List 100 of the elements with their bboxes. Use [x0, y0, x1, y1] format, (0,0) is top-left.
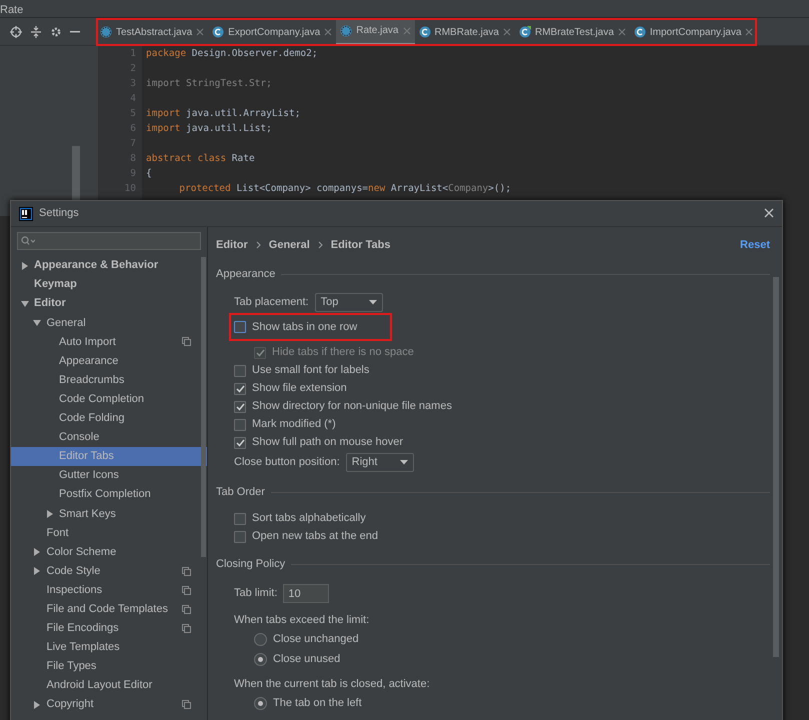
- class-icon: [418, 26, 430, 38]
- close-icon[interactable]: [324, 28, 332, 36]
- settings-icon[interactable]: [50, 26, 62, 38]
- checkbox[interactable]: [234, 364, 246, 376]
- tree-item[interactable]: File and Code Templates: [11, 600, 207, 619]
- abstract-class-icon: [100, 26, 112, 38]
- window-title: Rate: [0, 0, 809, 18]
- tree-item[interactable]: Android Layout Editor: [11, 676, 207, 696]
- app-logo-icon: [19, 206, 33, 220]
- class-icon: [212, 26, 224, 38]
- input-field[interactable]: 10: [283, 584, 330, 603]
- checkbox-label[interactable]: Mark modified (*): [252, 416, 336, 433]
- tree-item[interactable]: File Encodings: [11, 618, 207, 638]
- dropdown[interactable]: Top: [314, 292, 383, 312]
- breadcrumb-item: Editor: [216, 238, 248, 253]
- tree-item[interactable]: Inspections: [11, 580, 207, 600]
- reset-link[interactable]: Reset: [740, 236, 770, 254]
- checkbox[interactable]: [234, 530, 246, 542]
- chevron-icon: [318, 241, 323, 249]
- checkbox[interactable]: [234, 418, 246, 430]
- expanded-arrow-icon[interactable]: [20, 300, 28, 308]
- search-field[interactable]: [17, 232, 201, 250]
- tree-item[interactable]: Code Folding: [11, 408, 207, 428]
- close-icon[interactable]: [745, 28, 754, 36]
- dropdown[interactable]: Right: [346, 453, 414, 472]
- breadcrumb-item: Editor Tabs: [330, 238, 390, 253]
- tree-item[interactable]: General: [11, 313, 207, 332]
- tree-item[interactable]: Appearance: [11, 351, 207, 371]
- close-icon[interactable]: [618, 28, 626, 36]
- radio-button[interactable]: [254, 697, 267, 710]
- chevron-icon: [256, 241, 261, 249]
- code-line: protected List<Company> companys=new ArrayList<Company>();: [178, 182, 512, 196]
- editor-tab[interactable]: RMBRate.java: [414, 18, 515, 46]
- tree-item[interactable]: Breadcrumbs: [11, 370, 207, 390]
- scrollbar[interactable]: [201, 257, 206, 557]
- tree-item[interactable]: Copyright: [11, 695, 207, 714]
- crosshair-icon[interactable]: [10, 26, 22, 38]
- collapsed-arrow-icon[interactable]: [33, 567, 41, 576]
- code-line: import StringTest.Str;: [146, 77, 273, 91]
- tree-item[interactable]: Gutter Icons: [11, 466, 207, 486]
- expanded-arrow-icon[interactable]: [33, 318, 41, 327]
- tree-item[interactable]: Appearance & Behavior: [11, 256, 207, 276]
- abstract-class-icon: [340, 24, 352, 36]
- caret-icon: [368, 300, 377, 304]
- field-label: Tab placement:: [234, 294, 309, 310]
- editor-tab[interactable]: Rate.java: [336, 18, 414, 46]
- collapsed-arrow-icon[interactable]: [33, 548, 41, 556]
- test-class-icon: [518, 26, 531, 38]
- checkbox-label[interactable]: Show tabs in one row: [252, 318, 358, 336]
- tree-item[interactable]: Keymap: [11, 275, 207, 294]
- group-label: When the current tab is closed, activate:: [234, 677, 430, 692]
- collapsed-arrow-icon[interactable]: [20, 262, 28, 270]
- editor-tab[interactable]: ImportCompany.java: [630, 18, 758, 46]
- radio-label[interactable]: Close unused: [273, 651, 340, 668]
- dialog-title: Settings: [39, 206, 79, 222]
- tree-item[interactable]: Live Templates: [11, 638, 207, 657]
- tree-item[interactable]: Code Style: [11, 562, 207, 581]
- group-label: When tabs exceed the limit:: [234, 613, 370, 628]
- minimize-icon[interactable]: [70, 30, 80, 32]
- tree-item[interactable]: Auto Import: [11, 332, 207, 352]
- checkbox-label[interactable]: Open new tabs at the end: [252, 528, 378, 545]
- radio-label[interactable]: The tab on the left: [273, 695, 362, 712]
- tree-item[interactable]: Code Completion: [11, 390, 207, 409]
- radio-button[interactable]: [254, 653, 267, 666]
- checkbox[interactable]: [234, 382, 246, 394]
- tree-item[interactable]: File Types: [11, 656, 207, 676]
- checkbox-label[interactable]: Use small font for labels: [252, 362, 370, 379]
- checkbox[interactable]: [234, 512, 246, 524]
- section-title: Appearance: [216, 266, 276, 282]
- code-line: {: [146, 167, 153, 181]
- class-icon: [634, 26, 646, 38]
- checkbox-label[interactable]: Show file extension: [252, 380, 347, 397]
- collapse-icon[interactable]: [30, 26, 42, 38]
- checkbox-label[interactable]: Show directory for non-unique file names: [252, 398, 452, 415]
- tree-item[interactable]: Postfix Completion: [11, 485, 207, 504]
- code-line: import java.util.List;: [146, 122, 273, 136]
- editor-tab[interactable]: ExportCompany.java: [208, 18, 336, 46]
- tree-item[interactable]: Editor: [11, 294, 207, 314]
- tree-item[interactable]: Color Scheme: [11, 542, 207, 562]
- tree-item[interactable]: Console: [11, 428, 207, 447]
- checkbox[interactable]: [234, 321, 246, 333]
- close-icon[interactable]: [502, 28, 511, 36]
- checkbox[interactable]: [234, 436, 246, 448]
- code-line: package Design.Observer.demo2;: [146, 47, 319, 61]
- section-title: Tab Order: [216, 485, 265, 500]
- checkbox[interactable]: [234, 400, 246, 412]
- collapsed-arrow-icon[interactable]: [33, 700, 41, 709]
- radio-label[interactable]: Close unchanged: [273, 631, 359, 648]
- editor-tab[interactable]: TestAbstract.java: [96, 18, 208, 46]
- editor-tab[interactable]: RMBrateTest.java: [514, 18, 630, 46]
- radio-button[interactable]: [254, 633, 267, 646]
- tree-item[interactable]: Font: [11, 523, 207, 542]
- collapsed-arrow-icon[interactable]: [46, 510, 54, 518]
- close-icon[interactable]: [196, 28, 204, 36]
- scrollbar[interactable]: [773, 277, 779, 657]
- checkbox-label[interactable]: Show full path on mouse hover: [252, 434, 404, 451]
- checkbox-label[interactable]: Sort tabs alphabetically: [252, 510, 366, 527]
- tree-item[interactable]: Smart Keys: [11, 504, 207, 524]
- code-line: import java.util.ArrayList;: [146, 107, 302, 121]
- search-icon: [21, 236, 35, 246]
